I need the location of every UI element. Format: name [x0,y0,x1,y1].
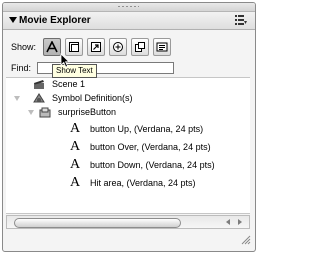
scroll-left-arrow-icon[interactable] [226,219,230,225]
button-symbol-icon [39,107,51,118]
resize-grip-icon[interactable] [241,235,251,245]
expand-triangle-icon[interactable] [14,96,20,101]
text-item-label: Hit area, (Verdana, 24 pts) [90,178,196,188]
panel-title-bar[interactable]: Movie Explorer [3,12,255,30]
button-clip-icon [69,42,79,52]
symbol-definitions-label: Symbol Definition(s) [52,93,133,103]
text-A-icon: A [70,157,81,172]
collapse-triangle-icon[interactable] [9,17,17,23]
horizontal-scrollbar[interactable] [6,215,250,229]
show-text-tooltip: Show Text [52,64,97,78]
find-label: Find: [11,63,32,73]
tree-row-text-item[interactable]: A button Down, (Verdana, 24 pts) [70,157,250,172]
frames-icon [135,42,145,52]
scroll-right-arrow-icon[interactable] [238,219,242,225]
text-A-icon: A [70,139,81,154]
tree-row-text-item[interactable]: A Hit area, (Verdana, 24 pts) [70,175,250,190]
show-label: Show: [11,42,37,52]
tree-row-text-item[interactable]: A button Up, (Verdana, 24 pts) [70,121,250,136]
expand-triangle-icon[interactable] [28,110,34,115]
customize-icon [156,42,168,52]
movie-explorer-panel: Movie Explorer Show: Find: Scene 1 Symbo… [2,2,256,252]
text-item-label: button Down, (Verdana, 24 pts) [90,160,215,170]
show-text-button[interactable] [43,38,61,56]
script-arrow-icon [91,42,101,52]
panel-grip-bar[interactable] [3,3,255,12]
text-A-icon: A [70,121,81,136]
show-graphics-button[interactable] [109,38,127,56]
text-item-label: button Over, (Verdana, 24 pts) [90,142,211,152]
scene-clapper-icon [34,80,44,89]
scene-label: Scene 1 [52,79,86,89]
scrollbar-thumb[interactable] [14,218,181,228]
text-A-icon: A [70,175,81,190]
customize-items-button[interactable] [153,38,171,56]
panel-title: Movie Explorer [19,15,91,26]
show-actionscript-button[interactable] [87,38,105,56]
tree-row-symbol-definitions[interactable]: Symbol Definition(s) [14,92,234,105]
symbol-definitions-icon [33,93,45,103]
mouse-pointer-icon [60,53,70,68]
text-A-icon [46,41,58,53]
symbol-label: surpriseButton [58,107,117,117]
tree-row-scene[interactable]: Scene 1 [14,78,214,91]
tree-row-symbol[interactable]: surpriseButton [28,106,228,119]
options-menu-icon[interactable] [235,15,247,25]
graphic-icon [113,42,123,52]
show-frames-layers-button[interactable] [131,38,149,56]
tree-row-text-item[interactable]: A button Over, (Verdana, 24 pts) [70,139,250,154]
text-item-label: button Up, (Verdana, 24 pts) [90,124,204,134]
explorer-tree[interactable]: Scene 1 Symbol Definition(s) surpriseBut… [6,77,250,214]
grip-dots-icon [117,5,139,8]
